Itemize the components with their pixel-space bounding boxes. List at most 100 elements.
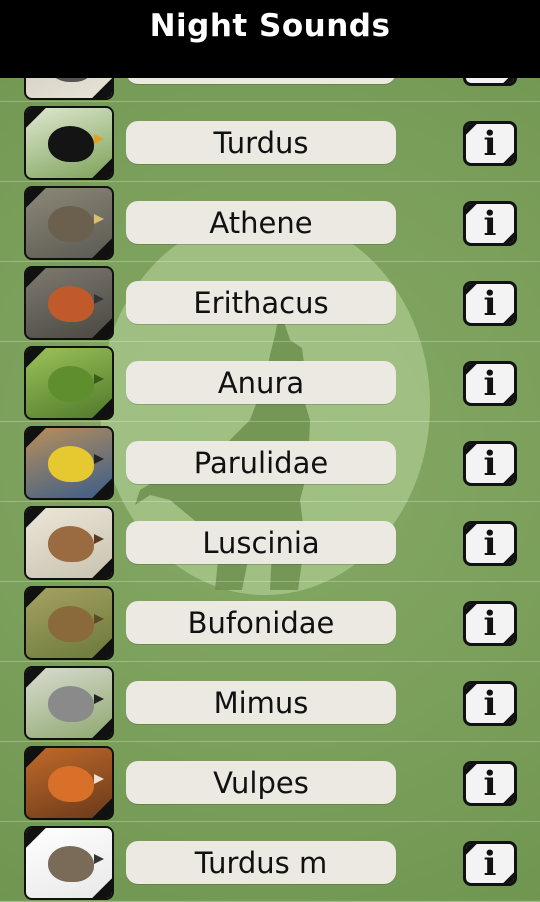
- info-corner: [466, 444, 478, 456]
- animal-beak: [94, 534, 104, 544]
- info-corner: [502, 871, 514, 883]
- info-icon: i: [483, 683, 497, 724]
- thumb-corner: [26, 188, 46, 208]
- play-sound-button[interactable]: Athene: [126, 201, 396, 244]
- animal-thumbnail[interactable]: [24, 666, 114, 740]
- info-button[interactable]: i: [463, 681, 517, 726]
- info-icon: i: [483, 603, 497, 644]
- play-sound-button[interactable]: Turdus m: [126, 841, 396, 884]
- thumb-corner: [92, 398, 112, 418]
- info-corner: [502, 391, 514, 403]
- info-icon: i: [483, 843, 497, 884]
- info-icon: i: [483, 203, 497, 244]
- animal-figure: [48, 686, 94, 722]
- thumb-corner: [26, 668, 46, 688]
- animal-beak: [94, 774, 104, 784]
- thumb-corner: [26, 588, 46, 608]
- list-item[interactable]: Vulpes i: [0, 742, 540, 822]
- play-sound-button[interactable]: Erithacus: [126, 281, 396, 324]
- animal-beak: [94, 694, 104, 704]
- play-sound-button[interactable]: Luscinia: [126, 521, 396, 564]
- info-button[interactable]: i: [463, 281, 517, 326]
- list-item[interactable]: Luscinia i: [0, 502, 540, 582]
- animal-figure: [48, 206, 94, 242]
- animal-beak: [94, 614, 104, 624]
- info-corner: [502, 791, 514, 803]
- animal-figure: [48, 366, 94, 402]
- list-item[interactable]: Mimus i: [0, 662, 540, 742]
- info-corner: [502, 151, 514, 163]
- play-sound-button[interactable]: Anura: [126, 361, 396, 404]
- list-item[interactable]: Erithacus i: [0, 262, 540, 342]
- thumb-corner: [26, 508, 46, 528]
- animal-figure: [48, 526, 94, 562]
- info-button[interactable]: i: [463, 521, 517, 566]
- animal-thumbnail[interactable]: [24, 746, 114, 820]
- info-corner: [502, 711, 514, 723]
- info-icon: i: [483, 123, 497, 164]
- thumb-corner: [26, 828, 46, 848]
- info-corner: [502, 311, 514, 323]
- list-item[interactable]: Bufonidae i: [0, 582, 540, 662]
- animal-beak: [94, 854, 104, 864]
- list-item[interactable]: Anura i: [0, 342, 540, 422]
- list-item[interactable]: Parulidae i: [0, 422, 540, 502]
- play-sound-button[interactable]: Mimus: [126, 681, 396, 724]
- animal-thumbnail[interactable]: [24, 826, 114, 900]
- animal-thumbnail[interactable]: [24, 426, 114, 500]
- animal-beak: [94, 374, 104, 384]
- info-corner: [466, 524, 478, 536]
- app-title: Night Sounds: [149, 8, 391, 44]
- list-item[interactable]: Turdus m i: [0, 822, 540, 902]
- info-icon: i: [483, 763, 497, 804]
- app-header: Night Sounds: [0, 0, 540, 78]
- thumb-corner: [92, 158, 112, 178]
- info-button[interactable]: i: [463, 201, 517, 246]
- animal-figure: [48, 286, 94, 322]
- animal-beak: [94, 134, 104, 144]
- info-corner: [466, 124, 478, 136]
- animal-thumbnail[interactable]: [24, 186, 114, 260]
- thumb-corner: [26, 748, 46, 768]
- animal-thumbnail[interactable]: [24, 586, 114, 660]
- info-corner: [466, 844, 478, 856]
- play-sound-button[interactable]: Bufonidae: [126, 601, 396, 644]
- animal-figure: [48, 446, 94, 482]
- info-corner: [502, 471, 514, 483]
- play-sound-button[interactable]: Parulidae: [126, 441, 396, 484]
- animal-figure: [48, 846, 94, 882]
- animal-thumbnail[interactable]: [24, 506, 114, 580]
- info-icon: i: [483, 283, 497, 324]
- info-corner: [502, 631, 514, 643]
- play-sound-button[interactable]: Turdus: [126, 121, 396, 164]
- info-corner: [466, 284, 478, 296]
- animal-thumbnail[interactable]: [24, 266, 114, 340]
- thumb-corner: [92, 718, 112, 738]
- thumb-corner: [92, 798, 112, 818]
- info-button[interactable]: i: [463, 601, 517, 646]
- info-button[interactable]: i: [463, 441, 517, 486]
- info-button[interactable]: i: [463, 761, 517, 806]
- list-item[interactable]: Turdus i: [0, 102, 540, 182]
- info-corner: [466, 764, 478, 776]
- animal-thumbnail[interactable]: [24, 346, 114, 420]
- list-item[interactable]: Athene i: [0, 182, 540, 262]
- info-button[interactable]: i: [463, 361, 517, 406]
- info-icon: i: [483, 523, 497, 564]
- thumb-corner: [92, 78, 112, 98]
- play-sound-button[interactable]: Vulpes: [126, 761, 396, 804]
- thumb-corner: [26, 268, 46, 288]
- animal-list[interactable]: iTurdusiAtheneiErithacusiAnuraiParulidae…: [0, 0, 540, 902]
- animal-beak: [94, 214, 104, 224]
- thumb-corner: [26, 428, 46, 448]
- animal-beak: [94, 294, 104, 304]
- info-corner: [466, 604, 478, 616]
- info-button[interactable]: i: [463, 121, 517, 166]
- animal-thumbnail[interactable]: [24, 106, 114, 180]
- thumb-corner: [92, 878, 112, 898]
- info-icon: i: [483, 443, 497, 484]
- thumb-corner: [26, 348, 46, 368]
- animal-figure: [48, 606, 94, 642]
- info-button[interactable]: i: [463, 841, 517, 886]
- thumb-corner: [92, 238, 112, 258]
